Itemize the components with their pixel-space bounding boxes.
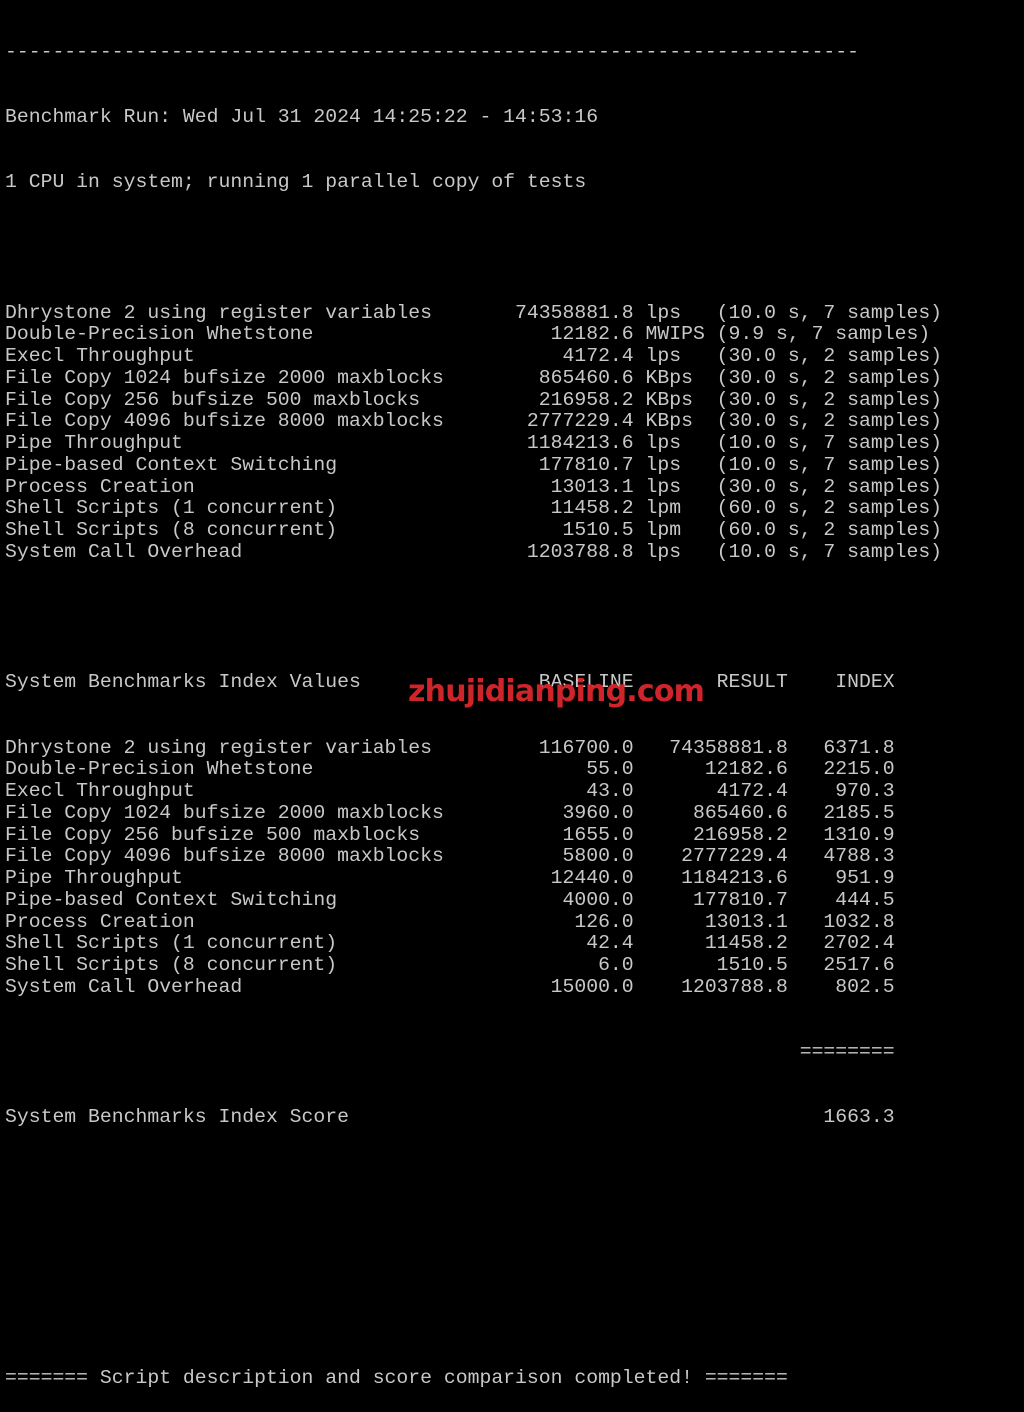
raw-result-row: Execl Throughput 4172.4 lps (30.0 s, 2 s…: [5, 345, 943, 367]
index-table-row: Shell Scripts (1 concurrent) 42.4 11458.…: [5, 932, 895, 955]
raw-result-row: File Copy 1024 bufsize 2000 maxblocks 86…: [5, 366, 943, 389]
index-table-row: Pipe-based Context Switching 4000.0 1778…: [5, 888, 895, 911]
index-table-row: Execl Throughput 43.0 4172.4 970.3: [5, 780, 895, 802]
run-header: Benchmark Run: Wed Jul 31 2024 14:25:22 …: [5, 105, 599, 128]
raw-result-row: Pipe-based Context Switching 177810.7 lp…: [5, 453, 943, 476]
index-table-row: Process Creation 126.0 13013.1 1032.8: [5, 910, 895, 933]
index-table-row: Shell Scripts (8 concurrent) 6.0 1510.5 …: [5, 954, 895, 976]
raw-result-row: File Copy 256 bufsize 500 maxblocks 2169…: [5, 388, 943, 411]
index-total-rule: ========: [5, 1041, 895, 1063]
raw-result-row: Dhrystone 2 using register variables 743…: [5, 301, 943, 324]
raw-result-row: Double-Precision Whetstone 12182.6 MWIPS…: [5, 323, 931, 346]
index-table-rows: Dhrystone 2 using register variables 116…: [5, 736, 1024, 999]
watermark-text: zhujidianping.com: [408, 674, 705, 709]
raw-result-row: Shell Scripts (1 concurrent) 11458.2 lpm…: [5, 497, 943, 520]
raw-result-row: File Copy 4096 bufsize 8000 maxblocks 27…: [5, 410, 943, 433]
index-table-row: Dhrystone 2 using register variables 116…: [5, 736, 895, 759]
index-table-row: File Copy 4096 bufsize 8000 maxblocks 58…: [5, 845, 895, 868]
raw-result-row: Shell Scripts (8 concurrent) 1510.5 lpm …: [5, 519, 943, 541]
index-score-line: System Benchmarks Index Score 1663.3: [5, 1106, 895, 1129]
raw-result-row: Process Creation 13013.1 lps (30.0 s, 2 …: [5, 475, 943, 498]
raw-results-list: Dhrystone 2 using register variables 743…: [5, 301, 1024, 564]
raw-result-row: Pipe Throughput 1184213.6 lps (10.0 s, 7…: [5, 432, 943, 454]
index-table-row: System Call Overhead 15000.0 1203788.8 8…: [5, 975, 895, 998]
separator-line: ----------------------------------------…: [5, 40, 860, 63]
cpu-info: 1 CPU in system; running 1 parallel copy…: [5, 171, 587, 193]
index-table-row: File Copy 1024 bufsize 2000 maxblocks 39…: [5, 801, 895, 824]
completion-message: ======= Script description and score com…: [5, 1367, 788, 1390]
index-table-row: Pipe Throughput 12440.0 1184213.6 951.9: [5, 867, 895, 889]
index-table-row: Double-Precision Whetstone 55.0 12182.6 …: [5, 758, 895, 781]
raw-result-row: System Call Overhead 1203788.8 lps (10.0…: [5, 540, 943, 563]
index-table-row: File Copy 256 bufsize 500 maxblocks 1655…: [5, 823, 895, 846]
